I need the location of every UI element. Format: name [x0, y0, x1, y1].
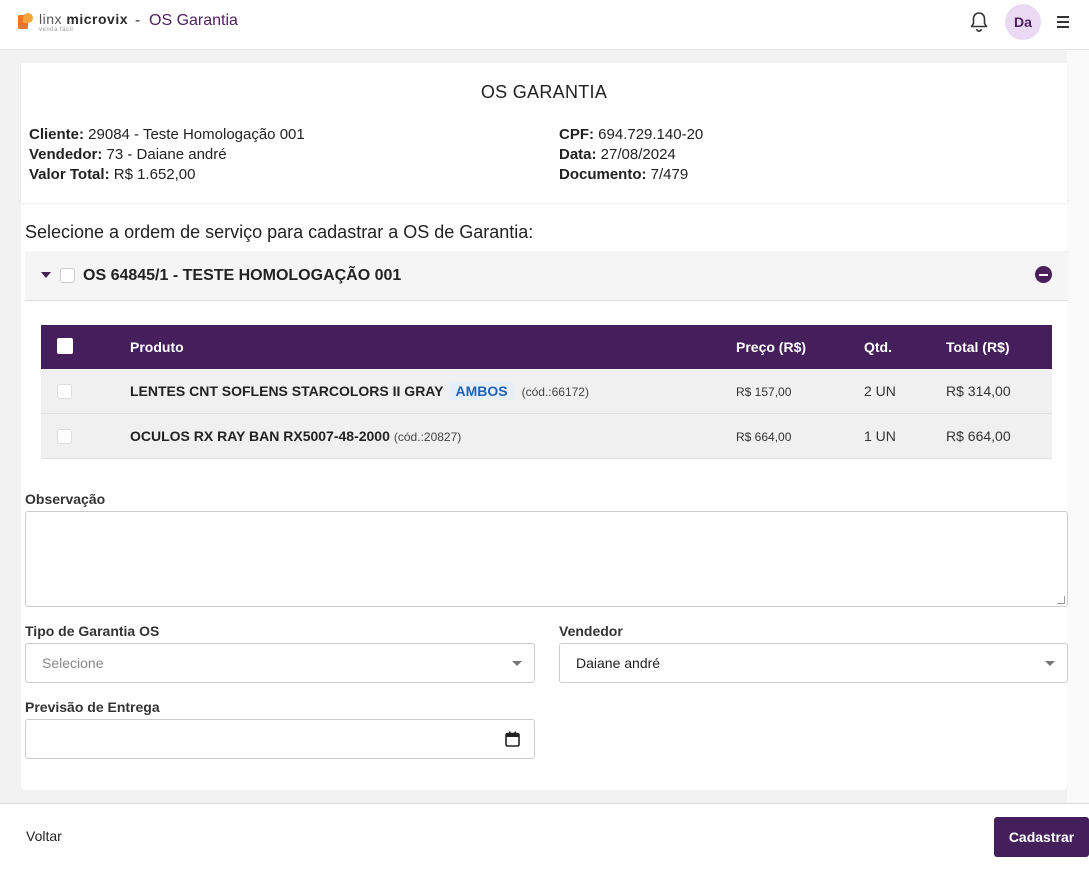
row-checkbox[interactable]	[57, 429, 72, 444]
documento-label: Documento:	[559, 166, 647, 183]
valor-total-line: Valor Total: R$ 1.652,00	[29, 165, 305, 185]
row-checkbox[interactable]	[57, 384, 72, 399]
data-line: Data: 27/08/2024	[559, 145, 703, 165]
ambos-badge: AMBOS	[449, 382, 514, 400]
product-cell: LENTES CNT SOFLENS STARCOLORS II GRAY AMB…	[130, 382, 589, 400]
vendedor-selected-value: Daiane andré	[576, 655, 661, 671]
voltar-button[interactable]: Voltar	[26, 828, 62, 844]
data-value: 27/08/2024	[596, 146, 676, 163]
scrollbar[interactable]	[1067, 50, 1089, 802]
dropdown-arrow-icon	[512, 661, 522, 666]
qty-cell: 1 UN	[864, 428, 896, 444]
caret-down-icon[interactable]	[41, 272, 51, 278]
notification-bell-icon[interactable]	[969, 11, 989, 33]
vendedor-field-label: Vendedor	[559, 623, 623, 639]
select-os-hint: Selecione a ordem de serviço para cadast…	[25, 222, 534, 242]
valor-total-label: Valor Total:	[29, 166, 110, 183]
product-code: (cód.:20827)	[393, 430, 462, 444]
cliente-label: Cliente:	[29, 126, 85, 143]
previsao-entrega-date-input[interactable]	[25, 719, 535, 759]
user-avatar[interactable]: Da	[1005, 4, 1041, 40]
table-row[interactable]: LENTES CNT SOFLENS STARCOLORS II GRAY AMB…	[41, 369, 1052, 414]
cliente-value: 29084 - Teste Homologação 001	[84, 126, 305, 143]
vendedor-value: 73 - Daiane andré	[102, 146, 227, 163]
product-cell: OCULOS RX RAY BAN RX5007-48-2000 (cód.:20…	[130, 428, 461, 444]
tipo-garantia-label: Tipo de Garantia OS	[25, 623, 160, 639]
products-table: Produto Preço (R$) Qtd. Total (R$) LENTE…	[41, 325, 1052, 459]
cliente-line: Cliente: 29084 - Teste Homologação 001	[29, 125, 305, 145]
qty-cell: 2 UN	[864, 383, 896, 399]
os-info-title: OS GARANTIA	[480, 82, 608, 102]
logo-text-light: linx	[39, 11, 63, 27]
table-row[interactable]: OCULOS RX RAY BAN RX5007-48-2000 (cód.:20…	[41, 414, 1052, 459]
logo-text-bold: microvix	[66, 11, 128, 27]
previsao-entrega-label: Previsão de Entrega	[25, 699, 160, 715]
top-bar: linx microvix venda fácil - OS Garantia …	[0, 0, 1089, 50]
header-qtd: Qtd.	[864, 339, 892, 355]
observacao-label: Observação	[25, 491, 106, 507]
tipo-garantia-placeholder: Selecione	[42, 655, 104, 671]
vendedor-line: Vendedor: 73 - Daiane andré	[29, 145, 305, 165]
product-name: OCULOS RX RAY BAN RX5007-48-2000	[130, 428, 390, 444]
cpf-label: CPF:	[559, 126, 594, 143]
price-cell: R$ 157,00	[736, 385, 792, 399]
cpf-line: CPF: 694.729.140-20	[559, 125, 703, 145]
dropdown-arrow-icon	[1045, 661, 1055, 666]
product-code: (cód.:66172)	[521, 385, 589, 399]
logo-mark-icon	[18, 13, 34, 29]
documento-line: Documento: 7/479	[559, 165, 703, 185]
footer-bar: Voltar Cadastrar	[0, 803, 1089, 871]
hamburger-menu-icon[interactable]	[1057, 16, 1069, 28]
resize-handle-icon[interactable]	[1057, 596, 1065, 604]
tipo-garantia-select[interactable]: Selecione	[25, 643, 535, 683]
os-checkbox[interactable]	[60, 268, 75, 283]
documento-value: 7/479	[646, 166, 689, 183]
valor-total-value: R$ 1.652,00	[109, 166, 196, 183]
product-name: LENTES CNT SOFLENS STARCOLORS II GRAY	[130, 383, 444, 399]
observacao-textarea[interactable]	[25, 511, 1068, 607]
calendar-icon[interactable]	[505, 731, 520, 747]
total-cell: R$ 664,00	[946, 428, 1011, 444]
header-total: Total (R$)	[946, 339, 1010, 355]
linx-microvix-logo[interactable]: linx microvix venda fácil	[18, 12, 128, 33]
logo-subtitle: venda fácil	[39, 27, 74, 33]
select-all-checkbox[interactable]	[57, 338, 73, 354]
cadastrar-button[interactable]: Cadastrar	[994, 817, 1089, 857]
os-accordion-header[interactable]: OS 64845/1 - TESTE HOMOLOGAÇÃO 001	[25, 251, 1068, 301]
os-label: OS 64845/1 - TESTE HOMOLOGAÇÃO 001	[83, 267, 402, 284]
title-separator: -	[135, 12, 141, 29]
total-cell: R$ 314,00	[946, 383, 1011, 399]
collapse-minus-icon[interactable]	[1035, 266, 1052, 283]
price-cell: R$ 664,00	[736, 430, 792, 444]
os-info-card: OS GARANTIA Cliente: 29084 - Teste Homol…	[21, 63, 1067, 203]
table-header: Produto Preço (R$) Qtd. Total (R$)	[41, 325, 1052, 369]
info-right-column: CPF: 694.729.140-20 Data: 27/08/2024 Doc…	[559, 125, 703, 185]
vendedor-select[interactable]: Daiane andré	[559, 643, 1068, 683]
header-produto: Produto	[130, 339, 184, 355]
header-preco: Preço (R$)	[736, 339, 807, 355]
data-label: Data:	[559, 146, 597, 163]
vendedor-label: Vendedor:	[29, 146, 103, 163]
info-left-column: Cliente: 29084 - Teste Homologação 001 V…	[29, 125, 305, 185]
cpf-value: 694.729.140-20	[594, 126, 704, 143]
page-title: OS Garantia	[149, 12, 238, 29]
